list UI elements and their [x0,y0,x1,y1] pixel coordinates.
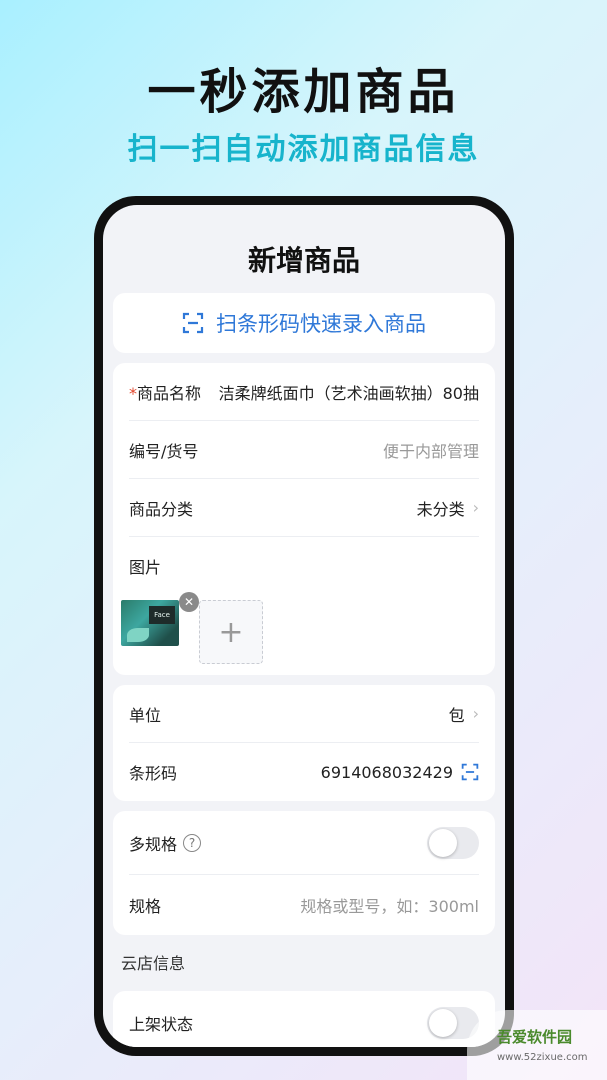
product-category-value-wrap: 未分类 › [417,496,479,520]
toggle-knob [429,1009,457,1037]
spec-input[interactable]: 规格或型号，如：300ml [300,893,479,917]
product-code-row[interactable]: 编号/货号 便于内部管理 [129,421,479,479]
spec-row[interactable]: 规格 规格或型号，如：300ml [129,875,479,935]
watermark-url: www.52zixue.com [497,1052,588,1063]
unit-value: 包 [448,705,465,725]
chevron-right-icon: › [472,704,479,723]
add-image-button[interactable]: + [199,600,263,664]
listing-status-label: 上架状态 [129,1015,194,1034]
product-code-label: 编号/货号 [129,441,199,461]
product-name-label: 商品名称 [137,383,202,403]
image-row: 图片 [129,537,479,595]
scan-barcode-button[interactable]: 扫条形码快速录入商品 [113,293,495,353]
close-icon[interactable]: ✕ [179,592,199,612]
unit-label: 单位 [129,705,162,725]
cloud-store-card: 上架状态 [113,991,495,1047]
barcode-row[interactable]: 条形码 6914068032429 [129,743,479,801]
hero-title: 一秒添加商品 [147,64,460,120]
required-mark: * [129,383,137,403]
unit-barcode-card: 单位 包 › 条形码 6914068032429 [113,685,495,801]
multi-spec-toggle[interactable] [427,826,479,859]
product-name-label-wrap: *商品名称 [129,380,201,404]
product-category-value: 未分类 [416,499,465,519]
scan-button-label: 扫条形码快速录入商品 [216,312,426,336]
hero-subtitle: 扫一扫自动添加商品信息 [127,132,480,167]
chevron-right-icon: › [472,498,479,517]
image-label: 图片 [129,558,162,577]
image-brand-text: Face [149,606,175,624]
app-screen: 新增商品 扫条形码快速录入商品 *商品名称 洁柔牌纸面巾（艺术油画软抽）80抽 … [103,205,505,1047]
page-title: 新增商品 [247,244,360,277]
product-name-input[interactable]: 洁柔牌纸面巾（艺术油画软抽）80抽 [219,380,479,404]
product-category-label: 商品分类 [129,499,194,519]
spec-card: 多规格 ? 规格 规格或型号，如：300ml [113,811,495,935]
product-image-thumbnail[interactable]: Face [121,600,179,646]
spec-label: 规格 [129,897,162,916]
multi-spec-label-wrap: 多规格 ? [129,831,202,855]
barcode-value-wrap: 6914068032429 [321,763,479,782]
toggle-knob [429,828,457,857]
barcode-label: 条形码 [129,764,178,783]
phone-frame: 新增商品 扫条形码快速录入商品 *商品名称 洁柔牌纸面巾（艺术油画软抽）80抽 … [94,196,514,1056]
product-code-input[interactable]: 便于内部管理 [383,438,479,462]
scan-icon[interactable] [461,763,479,781]
product-category-row[interactable]: 商品分类 未分类 › [129,479,479,537]
leaf-graphic [127,628,149,642]
scan-icon [182,312,204,334]
multi-spec-label: 多规格 [129,834,178,854]
unit-row[interactable]: 单位 包 › [129,685,479,743]
listing-status-row: 上架状态 [129,991,479,1047]
unit-value-wrap: 包 › [449,702,479,726]
product-name-row[interactable]: *商品名称 洁柔牌纸面巾（艺术油画软抽）80抽 [129,363,479,421]
multi-spec-row: 多规格 ? [129,811,479,875]
plus-icon: + [218,614,244,650]
cloud-store-section-title: 云店信息 [121,954,186,973]
barcode-value[interactable]: 6914068032429 [321,763,453,782]
help-icon[interactable]: ? [183,833,202,852]
watermark: 吾爱软件园 www.52zixue.com [467,1010,607,1080]
watermark-text: 吾爱软件园 [497,1028,573,1046]
